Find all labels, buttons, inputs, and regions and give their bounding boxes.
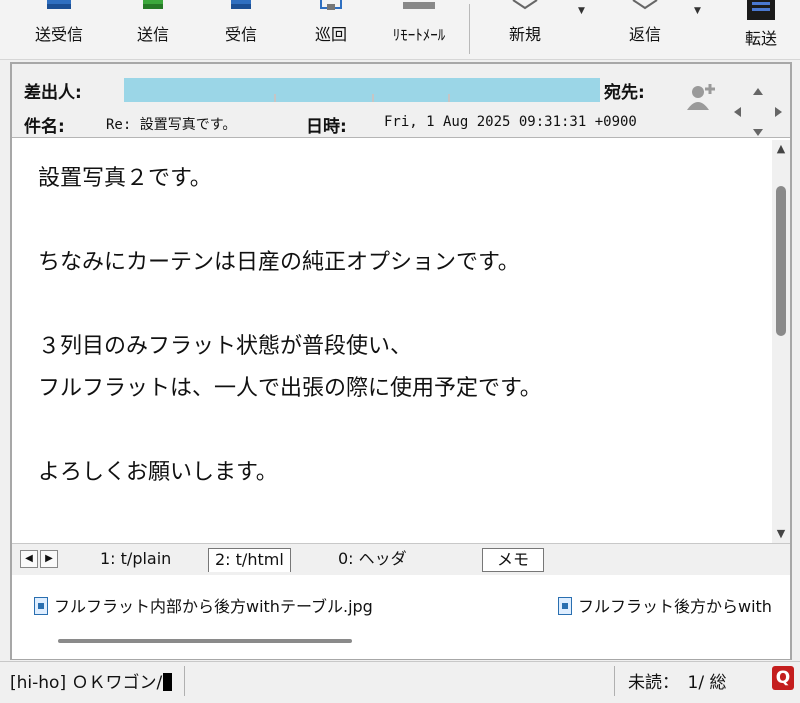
forward-button[interactable]: 転送 <box>722 0 800 60</box>
scrollbar-thumb[interactable] <box>776 186 786 336</box>
from-label: 差出人: <box>24 83 82 103</box>
send-receive-button[interactable]: 送受信 <box>18 0 100 60</box>
attachment-item[interactable]: フルフラット後方からwith <box>558 593 772 617</box>
status-folder: [hi-ho] ＯＫワゴン/ <box>10 668 173 693</box>
receive-icon <box>231 0 251 9</box>
body-line <box>38 410 772 452</box>
sender-field[interactable] <box>124 78 600 102</box>
forward-icon <box>747 0 775 20</box>
reply-button[interactable]: 返信 <box>604 0 686 60</box>
part-tabs: ◀ ▶ 1: t/plain 2: t/html 0: ヘッダ メモ <box>12 543 790 575</box>
vertical-scrollbar[interactable]: ▲ ▼ <box>772 140 790 543</box>
redaction-mark <box>274 94 276 102</box>
subject-value: Re: 設置写真です。 <box>106 117 237 133</box>
remote-mail-icon <box>403 2 435 9</box>
body-line: よろしくお願いします。 <box>38 460 278 485</box>
send-receive-icon <box>47 0 71 9</box>
unread-count: 未読： 1/ 総 <box>628 673 727 693</box>
send-icon <box>143 0 163 9</box>
attachment-name: フルフラット後方からwith <box>578 597 772 616</box>
new-mail-dropdown-icon[interactable]: ▼ <box>578 6 585 16</box>
navigation-arrows-icon[interactable] <box>732 86 784 138</box>
new-mail-button[interactable]: 新規 <box>484 0 566 60</box>
remote-mail-button[interactable]: ﾘﾓｰﾄﾒｰﾙ <box>372 0 466 60</box>
tab-prev-icon[interactable]: ◀ <box>20 550 38 568</box>
image-file-icon <box>34 597 48 615</box>
message-body[interactable]: 設置写真２です。 ちなみにカーテンは日産の純正オプションです。 ３列目のみフラッ… <box>12 140 772 543</box>
attachment-list: フルフラット内部から後方withテーブル.jpg フルフラット後方からwith <box>12 575 790 659</box>
body-line: ちなみにカーテンは日産の純正オプションです。 <box>38 250 520 275</box>
date-value: Fri, 1 Aug 2025 09:31:31 +0900 <box>384 114 637 130</box>
body-line: 設置写真２です。 <box>38 166 212 191</box>
reply-dropdown-icon[interactable]: ▼ <box>694 6 701 16</box>
to-label: 宛先: <box>604 83 645 103</box>
body-line <box>38 284 772 326</box>
status-separator <box>184 666 185 696</box>
text-cursor-icon <box>163 673 173 691</box>
attachment-name: フルフラット内部から後方withテーブル.jpg <box>54 597 373 616</box>
body-line: ３列目のみフラット状態が普段使い、 <box>38 334 413 359</box>
send-button[interactable]: 送信 <box>112 0 194 60</box>
scroll-up-icon[interactable]: ▲ <box>772 140 790 158</box>
scroll-down-icon[interactable]: ▼ <box>772 525 790 543</box>
patrol-icon <box>320 0 342 10</box>
status-separator <box>614 666 615 696</box>
body-line: フルフラットは、一人で出張の際に使用予定です。 <box>38 376 542 401</box>
tab-headers[interactable]: 0: ヘッダ <box>332 548 413 572</box>
subject-label: 件名: <box>24 117 65 137</box>
add-contact-icon[interactable] <box>684 80 720 116</box>
redaction-mark <box>372 94 374 102</box>
receive-button[interactable]: 受信 <box>200 0 282 60</box>
date-label: 日時: <box>306 117 347 137</box>
new-mail-icon <box>512 0 538 10</box>
status-bar: [hi-ho] ＯＫワゴン/ 未読： 1/ 総 Q <box>0 661 800 703</box>
toolbar: 送受信 送信 受信 巡回 ﾘﾓｰﾄﾒｰﾙ 新規 ▼ 返信 ▼ 転送 <box>0 0 800 60</box>
toolbar-separator <box>469 4 470 54</box>
redaction-mark <box>448 94 450 102</box>
status-folder-text: [hi-ho] ＯＫワゴン/ <box>10 673 163 693</box>
horizontal-scrollbar-thumb[interactable] <box>58 639 352 643</box>
tab-next-icon[interactable]: ▶ <box>40 550 58 568</box>
attachment-item[interactable]: フルフラット内部から後方withテーブル.jpg <box>34 593 373 617</box>
message-window: 差出人: 宛先: 件名: Re: 設置写真です。 日時: Fri, 1 Aug … <box>10 62 792 660</box>
tab-text-plain[interactable]: 1: t/plain <box>94 548 177 572</box>
body-line <box>38 200 772 242</box>
reply-icon <box>632 0 658 10</box>
patrol-button[interactable]: 巡回 <box>290 0 372 60</box>
message-header: 差出人: 宛先: 件名: Re: 設置写真です。 日時: Fri, 1 Aug … <box>12 64 790 138</box>
q-logo-icon: Q <box>772 666 794 690</box>
image-file-icon <box>558 597 572 615</box>
memo-button[interactable]: メモ <box>482 548 544 572</box>
tab-text-html[interactable]: 2: t/html <box>208 548 291 572</box>
